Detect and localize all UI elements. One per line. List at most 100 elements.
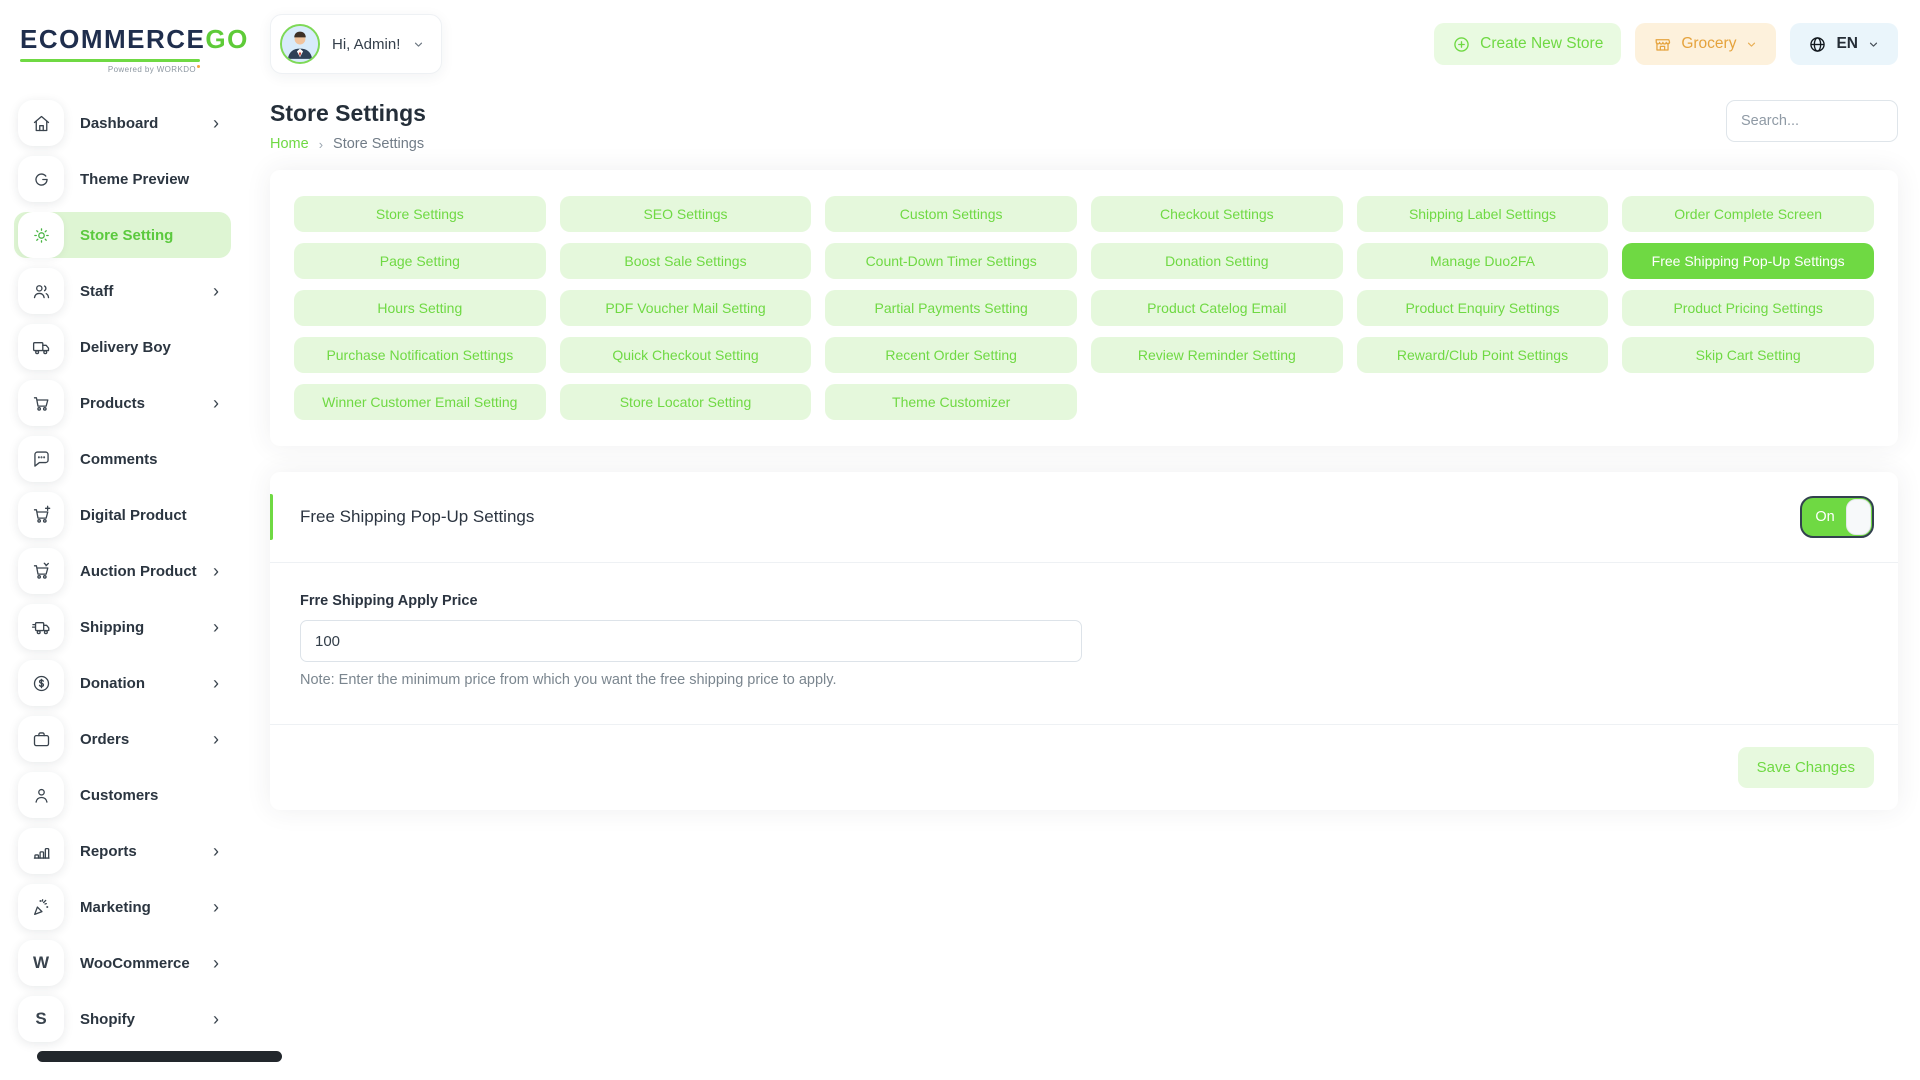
sidebar-item-woocommerce[interactable]: W WooCommerce › — [14, 940, 231, 986]
settings-tab-shipping-label-settings[interactable]: Shipping Label Settings — [1356, 196, 1609, 232]
settings-tab-recent-order-setting[interactable]: Recent Order Setting — [825, 337, 1077, 373]
toggle-on-label: On — [1815, 509, 1835, 525]
settings-tab-order-complete-screen[interactable]: Order Complete Screen — [1622, 196, 1874, 232]
settings-tab-page-setting[interactable]: Page Setting — [294, 243, 546, 279]
bar-chart-icon — [18, 828, 64, 874]
sidebar-item-shopify[interactable]: S Shopify › — [14, 996, 231, 1042]
settings-nav: Store Settings SEO Settings Custom Setting… — [294, 196, 1874, 420]
marketing-icon — [18, 884, 64, 930]
panel-footer: Save Changes — [270, 724, 1898, 810]
store-selector-button[interactable]: Grocery — [1635, 23, 1777, 65]
sidebar-item-label: Products — [80, 394, 146, 412]
settings-tab-free-shipping-pop-up-settings[interactable]: Free Shipping Pop-Up Settings — [1622, 243, 1874, 279]
sidebar-item-store-setting[interactable]: Store Setting — [14, 212, 231, 258]
main-area: Hi, Admin! Create New Store Grocery EN S… — [245, 0, 1920, 1080]
settings-tab-checkout-settings[interactable]: Checkout Settings — [1091, 196, 1343, 232]
sidebar-item-shipping[interactable]: Shipping › — [14, 604, 231, 650]
brand-name: ECOMMERCEGO — [20, 24, 249, 54]
sidebar-item-label: Donation — [80, 674, 145, 692]
sidebar-item-label: Shopify — [80, 1010, 135, 1028]
sidebar-item-label: Customers — [80, 786, 159, 804]
sidebar-item-label: Auction Product — [80, 562, 197, 580]
sidebar-item-orders[interactable]: Orders › — [14, 716, 231, 762]
theme-preview-icon — [18, 156, 64, 202]
delivery-truck-icon — [18, 324, 64, 370]
sidebar-item-digital-product[interactable]: Digital Product — [14, 492, 231, 538]
sidebar-item-reports[interactable]: Reports › — [14, 828, 231, 874]
app-root: ECOMMERCEGO Powered by WORKDO Dashboard ›… — [0, 0, 1920, 1080]
sidebar-item-label: Reports — [80, 842, 137, 860]
settings-tab-reward-club-point-settings[interactable]: Reward/Club Point Settings — [1356, 337, 1609, 373]
comment-icon — [18, 436, 64, 482]
woocommerce-icon: W — [18, 940, 64, 986]
sidebar-item-auction-product[interactable]: Auction Product › — [14, 548, 231, 594]
settings-tab-seo-settings[interactable]: SEO Settings — [559, 196, 812, 232]
free-shipping-toggle[interactable]: On — [1800, 496, 1874, 538]
chevron-right-icon: › — [213, 729, 219, 749]
sidebar-item-customers[interactable]: Customers — [14, 772, 231, 818]
settings-tab-theme-customizer[interactable]: Theme Customizer — [825, 384, 1077, 420]
sidebar-item-label: Store Setting — [80, 226, 174, 244]
sidebar-item-delivery-boy[interactable]: Delivery Boy — [14, 324, 231, 370]
settings-tab-product-pricing-settings[interactable]: Product Pricing Settings — [1622, 290, 1874, 326]
settings-tab-pdf-voucher-mail-setting[interactable]: PDF Voucher Mail Setting — [559, 290, 812, 326]
settings-tab-hours-setting[interactable]: Hours Setting — [294, 290, 546, 326]
price-field-label: Frre Shipping Apply Price — [300, 593, 478, 609]
chevron-right-icon: › — [213, 841, 219, 861]
auction-cart-icon — [18, 548, 64, 594]
sidebar-item-label: Digital Product — [80, 506, 187, 524]
sidebar-item-marketing[interactable]: Marketing › — [14, 884, 231, 930]
create-new-store-button[interactable]: Create New Store — [1434, 23, 1622, 65]
free-shipping-price-input[interactable] — [300, 620, 1082, 662]
chevron-down-icon — [1867, 38, 1880, 51]
topbar: Hi, Admin! Create New Store Grocery EN — [270, 0, 1898, 88]
chevron-right-icon: › — [213, 897, 219, 917]
settings-tab-winner-customer-email-setting[interactable]: Winner Customer Email Setting — [294, 384, 546, 420]
settings-tab-custom-settings[interactable]: Custom Settings — [825, 196, 1077, 232]
sidebar-item-dashboard[interactable]: Dashboard › — [14, 100, 231, 146]
panel-title: Free Shipping Pop-Up Settings — [300, 507, 535, 526]
brand-dot — [197, 65, 200, 68]
storefront-icon — [1655, 38, 1671, 51]
settings-tab-donation-setting[interactable]: Donation Setting — [1091, 243, 1343, 279]
sidebar-item-products[interactable]: Products › — [14, 380, 231, 426]
breadcrumb-home-link[interactable]: Home — [270, 136, 309, 152]
user-greeting: Hi, Admin! — [332, 35, 401, 53]
settings-tab-purchase-notification-settings[interactable]: Purchase Notification Settings — [294, 337, 546, 373]
sidebar: ECOMMERCEGO Powered by WORKDO Dashboard ›… — [0, 0, 282, 1080]
language-selector-button[interactable]: EN — [1790, 23, 1898, 65]
user-menu[interactable]: Hi, Admin! — [270, 14, 443, 74]
chevron-right-icon: › — [213, 281, 219, 301]
cart-icon — [18, 380, 64, 426]
settings-tab-manage-duo2fa[interactable]: Manage Duo2FA — [1356, 243, 1609, 279]
breadcrumb-separator-icon: › — [318, 136, 324, 152]
brand-powered-by: Powered by WORKDO — [20, 65, 200, 74]
settings-tab-count-down-timer-settings[interactable]: Count-Down Timer Settings — [825, 243, 1077, 279]
sidebar-item-theme-preview[interactable]: Theme Preview — [14, 156, 231, 202]
brand-logo[interactable]: ECOMMERCEGO Powered by WORKDO — [0, 24, 249, 74]
sidebar-item-label: Dashboard — [80, 114, 159, 132]
sidebar-item-donation[interactable]: Donation › — [14, 660, 231, 706]
sidebar-item-label: Orders — [80, 730, 130, 748]
sidebar-item-label: Theme Preview — [80, 170, 190, 188]
settings-tab-product-catelog-email[interactable]: Product Catelog Email — [1091, 290, 1343, 326]
sidebar-item-staff[interactable]: Staff › — [14, 268, 231, 314]
chevron-down-icon — [1745, 38, 1758, 51]
settings-tab-product-enquiry-settings[interactable]: Product Enquiry Settings — [1356, 290, 1609, 326]
sidebar-scrollbar[interactable] — [37, 1051, 282, 1062]
sidebar-item-comments[interactable]: Comments — [14, 436, 231, 482]
search-input[interactable] — [1726, 100, 1898, 142]
dollar-circle-icon — [18, 660, 64, 706]
gear-icon — [18, 212, 64, 258]
settings-tab-store-settings[interactable]: Store Settings — [294, 196, 546, 232]
settings-tab-store-locator-setting[interactable]: Store Locator Setting — [559, 384, 812, 420]
digital-cart-icon — [18, 492, 64, 538]
settings-tab-partial-payments-setting[interactable]: Partial Payments Setting — [825, 290, 1077, 326]
sidebar-item-label: Shipping — [80, 618, 145, 636]
settings-tab-boost-sale-settings[interactable]: Boost Sale Settings — [559, 243, 812, 279]
settings-tab-quick-checkout-setting[interactable]: Quick Checkout Setting — [559, 337, 812, 373]
settings-tab-skip-cart-setting[interactable]: Skip Cart Setting — [1622, 337, 1874, 373]
save-changes-button[interactable]: Save Changes — [1737, 747, 1874, 788]
settings-tab-review-reminder-setting[interactable]: Review Reminder Setting — [1091, 337, 1343, 373]
breadcrumb: Home › Store Settings — [270, 136, 426, 152]
